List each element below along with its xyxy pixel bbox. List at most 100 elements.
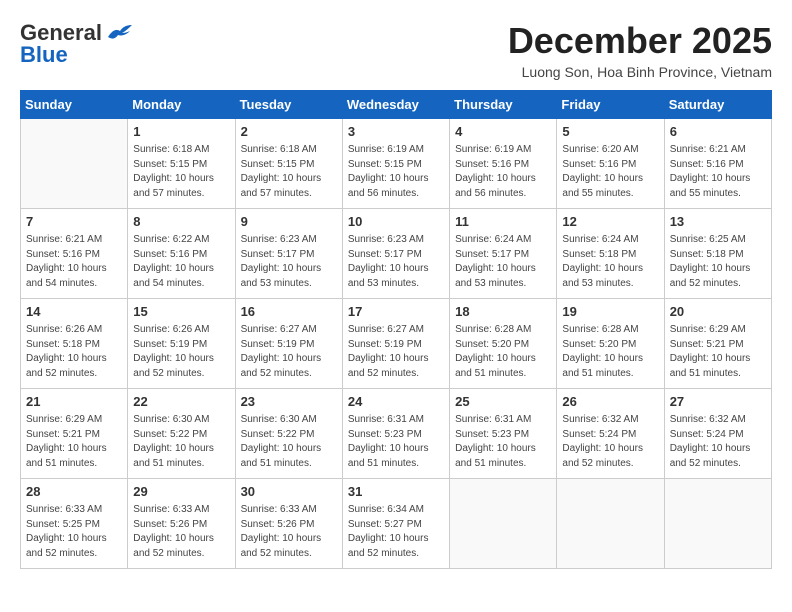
calendar-week-2: 7 Sunrise: 6:21 AM Sunset: 5:16 PM Daylig… [21, 209, 772, 299]
logo-bird-icon [106, 23, 134, 43]
calendar-cell: 18 Sunrise: 6:28 AM Sunset: 5:20 PM Dayli… [450, 299, 557, 389]
weekday-header-friday: Friday [557, 91, 664, 119]
day-number: 11 [455, 213, 551, 231]
day-info: Sunrise: 6:23 AM Sunset: 5:17 PM Dayligh… [241, 233, 337, 291]
day-info: Sunrise: 6:28 AM Sunset: 5:20 PM Dayligh… [562, 323, 658, 381]
calendar-cell: 6Sunrise: 6:21 AM Sunset: 5:16 PM Daylig… [664, 119, 771, 209]
weekday-header-tuesday: Tuesday [235, 91, 342, 119]
day-number: 9 [241, 213, 337, 231]
day-info: Sunrise: 6:21 AM Sunset: 5:16 PM Dayligh… [26, 233, 122, 291]
day-info: Sunrise: 6:26 AM Sunset: 5:18 PM Dayligh… [26, 323, 122, 381]
day-info: Sunrise: 6:27 AM Sunset: 5:19 PM Dayligh… [348, 323, 444, 381]
calendar-cell: 31 Sunrise: 6:34 AM Sunset: 5:27 PM Dayli… [342, 479, 449, 569]
calendar-cell: 9 Sunrise: 6:23 AM Sunset: 5:17 PM Daylig… [235, 209, 342, 299]
calendar-cell: 3 Sunrise: 6:19 AM Sunset: 5:15 PM Daylig… [342, 119, 449, 209]
weekday-header-monday: Monday [128, 91, 235, 119]
day-number: 7 [26, 213, 122, 231]
calendar-cell: 17 Sunrise: 6:27 AM Sunset: 5:19 PM Dayli… [342, 299, 449, 389]
day-info: Sunrise: 6:31 AM Sunset: 5:23 PM Dayligh… [455, 413, 551, 471]
calendar-cell: 16 Sunrise: 6:27 AM Sunset: 5:19 PM Dayli… [235, 299, 342, 389]
calendar-table: SundayMondayTuesdayWednesdayThursdayFrid… [20, 90, 772, 569]
calendar-week-5: 28Sunrise: 6:33 AM Sunset: 5:25 PM Dayli… [21, 479, 772, 569]
calendar-cell: 14Sunrise: 6:26 AM Sunset: 5:18 PM Dayli… [21, 299, 128, 389]
month-title: December 2025 [508, 20, 772, 62]
day-number: 26 [562, 393, 658, 411]
day-number: 15 [133, 303, 229, 321]
day-info: Sunrise: 6:33 AM Sunset: 5:26 PM Dayligh… [133, 503, 229, 561]
day-number: 31 [348, 483, 444, 501]
day-number: 3 [348, 123, 444, 141]
calendar-cell: 1Sunrise: 6:18 AM Sunset: 5:15 PM Daylig… [128, 119, 235, 209]
day-info: Sunrise: 6:33 AM Sunset: 5:26 PM Dayligh… [241, 503, 337, 561]
day-number: 27 [670, 393, 766, 411]
calendar-cell [664, 479, 771, 569]
logo: General Blue [20, 20, 134, 68]
page-header: General Blue December 2025 Luong Son, Ho… [20, 20, 772, 80]
weekday-header-saturday: Saturday [664, 91, 771, 119]
calendar-cell: 22 Sunrise: 6:30 AM Sunset: 5:22 PM Dayli… [128, 389, 235, 479]
day-info: Sunrise: 6:32 AM Sunset: 5:24 PM Dayligh… [562, 413, 658, 471]
calendar-cell: 26 Sunrise: 6:32 AM Sunset: 5:24 PM Dayli… [557, 389, 664, 479]
calendar-cell: 25 Sunrise: 6:31 AM Sunset: 5:23 PM Dayli… [450, 389, 557, 479]
day-info: Sunrise: 6:29 AM Sunset: 5:21 PM Dayligh… [26, 413, 122, 471]
calendar-cell: 30 Sunrise: 6:33 AM Sunset: 5:26 PM Dayli… [235, 479, 342, 569]
day-number: 22 [133, 393, 229, 411]
weekday-header-row: SundayMondayTuesdayWednesdayThursdayFrid… [21, 91, 772, 119]
calendar-cell [557, 479, 664, 569]
day-number: 5 [562, 123, 658, 141]
day-number: 16 [241, 303, 337, 321]
day-number: 13 [670, 213, 766, 231]
day-info: Sunrise: 6:19 AM Sunset: 5:16 PM Dayligh… [455, 143, 551, 201]
day-info: Sunrise: 6:29 AM Sunset: 5:21 PM Dayligh… [670, 323, 766, 381]
day-number: 6 [670, 123, 766, 141]
calendar-cell: 24 Sunrise: 6:31 AM Sunset: 5:23 PM Dayli… [342, 389, 449, 479]
day-number: 17 [348, 303, 444, 321]
calendar-cell: 12 Sunrise: 6:24 AM Sunset: 5:18 PM Dayli… [557, 209, 664, 299]
day-number: 18 [455, 303, 551, 321]
day-info: Sunrise: 6:19 AM Sunset: 5:15 PM Dayligh… [348, 143, 444, 201]
day-number: 19 [562, 303, 658, 321]
day-number: 30 [241, 483, 337, 501]
calendar-cell [450, 479, 557, 569]
calendar-cell: 8 Sunrise: 6:22 AM Sunset: 5:16 PM Daylig… [128, 209, 235, 299]
calendar-cell: 20Sunrise: 6:29 AM Sunset: 5:21 PM Dayli… [664, 299, 771, 389]
calendar-cell: 27Sunrise: 6:32 AM Sunset: 5:24 PM Dayli… [664, 389, 771, 479]
calendar-cell: 11 Sunrise: 6:24 AM Sunset: 5:17 PM Dayli… [450, 209, 557, 299]
day-number: 29 [133, 483, 229, 501]
calendar-cell: 10 Sunrise: 6:23 AM Sunset: 5:17 PM Dayli… [342, 209, 449, 299]
location-subtitle: Luong Son, Hoa Binh Province, Vietnam [508, 64, 772, 80]
day-info: Sunrise: 6:30 AM Sunset: 5:22 PM Dayligh… [133, 413, 229, 471]
day-info: Sunrise: 6:30 AM Sunset: 5:22 PM Dayligh… [241, 413, 337, 471]
day-number: 10 [348, 213, 444, 231]
day-info: Sunrise: 6:28 AM Sunset: 5:20 PM Dayligh… [455, 323, 551, 381]
day-number: 25 [455, 393, 551, 411]
weekday-header-wednesday: Wednesday [342, 91, 449, 119]
day-number: 23 [241, 393, 337, 411]
day-info: Sunrise: 6:24 AM Sunset: 5:17 PM Dayligh… [455, 233, 551, 291]
weekday-header-thursday: Thursday [450, 91, 557, 119]
day-info: Sunrise: 6:34 AM Sunset: 5:27 PM Dayligh… [348, 503, 444, 561]
day-info: Sunrise: 6:26 AM Sunset: 5:19 PM Dayligh… [133, 323, 229, 381]
day-info: Sunrise: 6:24 AM Sunset: 5:18 PM Dayligh… [562, 233, 658, 291]
day-info: Sunrise: 6:27 AM Sunset: 5:19 PM Dayligh… [241, 323, 337, 381]
day-info: Sunrise: 6:23 AM Sunset: 5:17 PM Dayligh… [348, 233, 444, 291]
day-number: 8 [133, 213, 229, 231]
calendar-cell: 23 Sunrise: 6:30 AM Sunset: 5:22 PM Dayli… [235, 389, 342, 479]
calendar-cell: 29 Sunrise: 6:33 AM Sunset: 5:26 PM Dayli… [128, 479, 235, 569]
calendar-week-4: 21 Sunrise: 6:29 AM Sunset: 5:21 PM Dayli… [21, 389, 772, 479]
calendar-week-1: 1Sunrise: 6:18 AM Sunset: 5:15 PM Daylig… [21, 119, 772, 209]
calendar-cell: 28Sunrise: 6:33 AM Sunset: 5:25 PM Dayli… [21, 479, 128, 569]
day-info: Sunrise: 6:33 AM Sunset: 5:25 PM Dayligh… [26, 503, 122, 561]
calendar-cell [21, 119, 128, 209]
calendar-cell: 4Sunrise: 6:19 AM Sunset: 5:16 PM Daylig… [450, 119, 557, 209]
day-info: Sunrise: 6:31 AM Sunset: 5:23 PM Dayligh… [348, 413, 444, 471]
day-info: Sunrise: 6:22 AM Sunset: 5:16 PM Dayligh… [133, 233, 229, 291]
calendar-cell: 5Sunrise: 6:20 AM Sunset: 5:16 PM Daylig… [557, 119, 664, 209]
weekday-header-sunday: Sunday [21, 91, 128, 119]
calendar-cell: 13Sunrise: 6:25 AM Sunset: 5:18 PM Dayli… [664, 209, 771, 299]
day-number: 21 [26, 393, 122, 411]
day-info: Sunrise: 6:18 AM Sunset: 5:15 PM Dayligh… [241, 143, 337, 201]
day-number: 12 [562, 213, 658, 231]
logo-blue: Blue [20, 42, 68, 68]
day-number: 24 [348, 393, 444, 411]
